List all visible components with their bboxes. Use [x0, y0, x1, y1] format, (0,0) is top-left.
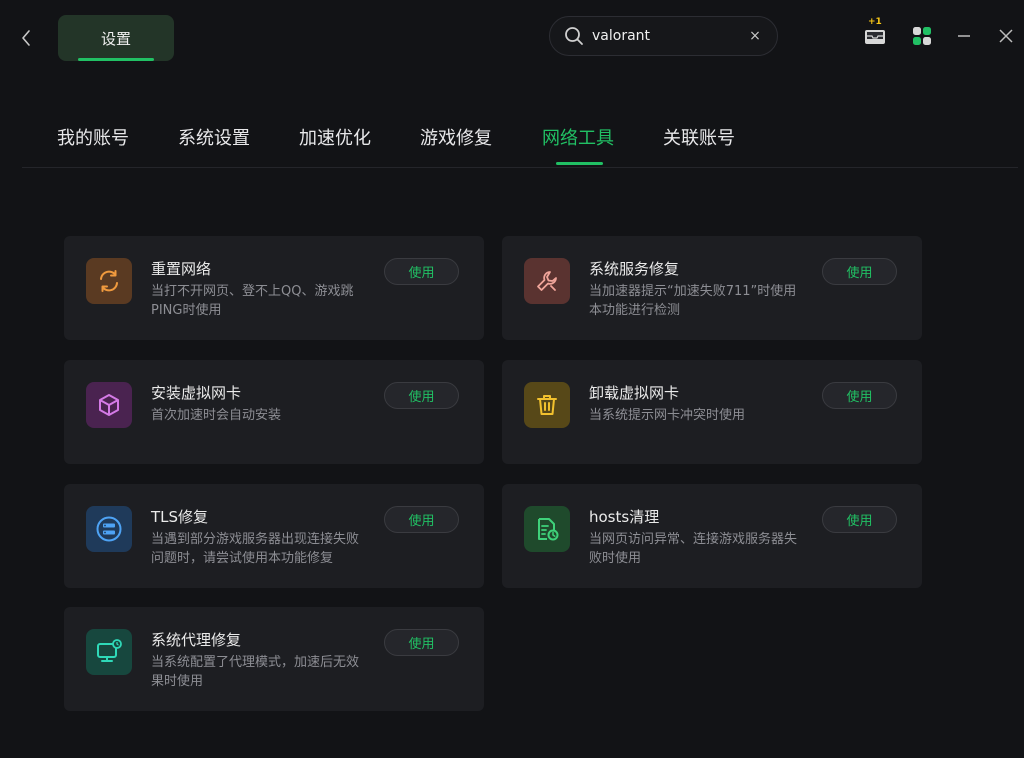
tool-title: hosts清理	[589, 508, 660, 526]
inbox-button[interactable]: +1	[863, 17, 887, 48]
minimize-icon	[958, 35, 970, 37]
back-button[interactable]	[14, 26, 38, 50]
tool-card-uninstall-virtual-nic: 卸载虚拟网卡 当系统提示网卡冲突时使用 使用	[502, 360, 922, 464]
tool-card-tls-repair: TLS修复 当遇到部分游戏服务器出现连接失败问题时，请尝试使用本功能修复 使用	[64, 484, 484, 588]
use-button[interactable]: 使用	[384, 506, 459, 533]
use-button[interactable]: 使用	[822, 382, 897, 409]
inbox-badge: +1	[868, 17, 882, 27]
uninstall-nic-icon-box	[524, 382, 570, 428]
use-button[interactable]: 使用	[384, 382, 459, 409]
search-box[interactable]: ×	[549, 16, 778, 56]
document-clean-icon	[538, 518, 559, 541]
tab-system-settings[interactable]: 系统设置	[178, 124, 250, 150]
search-icon	[564, 26, 584, 46]
inbox-icon	[865, 30, 885, 44]
tab-linked-accounts[interactable]: 关联账号	[663, 124, 735, 150]
wrench-icon	[537, 271, 557, 291]
tab-acceleration[interactable]: 加速优化	[299, 124, 371, 150]
tool-title: 重置网络	[151, 260, 212, 278]
tool-title: 系统代理修复	[151, 631, 242, 649]
tool-description: 首次加速时会自动安装	[151, 408, 282, 423]
apps-grid-icon	[913, 27, 931, 45]
tls-repair-icon-box	[86, 506, 132, 552]
minimize-button[interactable]	[952, 24, 976, 48]
apps-button[interactable]	[910, 24, 934, 48]
tool-title: 安装虚拟网卡	[151, 384, 242, 402]
tool-description: 当打不开网页、登不上QQ、游戏跳PING时使用	[151, 284, 354, 318]
close-button[interactable]	[994, 24, 1018, 48]
tool-card-hosts-cleanup: hosts清理 当网页访问异常、连接游戏服务器失败时使用 使用	[502, 484, 922, 588]
tool-description: 当网页访问异常、连接游戏服务器失败时使用	[589, 532, 798, 566]
tool-card-system-service-repair: 系统服务修复 当加速器提示“加速失败711”时使用本功能进行检测 使用	[502, 236, 922, 340]
proxy-repair-icon-box	[86, 629, 132, 675]
tool-card-install-virtual-nic: 安装虚拟网卡 首次加速时会自动安装 使用	[64, 360, 484, 464]
tool-description: 当系统配置了代理模式，加速后无效果时使用	[151, 655, 360, 689]
tool-title: TLS修复	[151, 508, 209, 526]
tool-card-system-proxy-repair: 系统代理修复 当系统配置了代理模式，加速后无效果时使用 使用	[64, 607, 484, 711]
tool-description: 当遇到部分游戏服务器出现连接失败问题时，请尝试使用本功能修复	[151, 532, 360, 566]
service-repair-icon-box	[524, 258, 570, 304]
install-nic-icon-box	[86, 382, 132, 428]
settings-underline	[78, 58, 154, 61]
monitor-icon	[97, 639, 122, 662]
use-button[interactable]: 使用	[822, 506, 897, 533]
tool-description: 当加速器提示“加速失败711”时使用本功能进行检测	[589, 284, 797, 318]
tool-title: 卸载虚拟网卡	[589, 384, 680, 402]
settings-tab-button[interactable]: 设置	[58, 15, 174, 61]
clear-search-icon[interactable]: ×	[747, 28, 763, 44]
reset-network-icon-box	[86, 258, 132, 304]
use-button[interactable]: 使用	[384, 629, 459, 656]
use-button[interactable]: 使用	[822, 258, 897, 285]
settings-label: 设置	[100, 29, 131, 48]
refresh-icon	[100, 270, 118, 292]
hosts-cleanup-icon-box	[524, 506, 570, 552]
chevron-left-icon	[22, 30, 30, 46]
tab-game-repair[interactable]: 游戏修复	[420, 124, 492, 150]
tab-network-tools[interactable]: 网络工具	[542, 124, 614, 150]
tab-bar: 我的账号 系统设置 加速优化 游戏修复 网络工具 关联账号	[22, 110, 1018, 168]
tool-title: 系统服务修复	[589, 260, 680, 278]
tool-card-reset-network: 重置网络 当打不开网页、登不上QQ、游戏跳PING时使用 使用	[64, 236, 484, 340]
trash-icon	[537, 395, 557, 415]
cube-icon	[99, 394, 119, 416]
tool-description: 当系统提示网卡冲突时使用	[589, 408, 746, 423]
search-input[interactable]	[592, 28, 747, 44]
tab-my-account[interactable]: 我的账号	[57, 124, 129, 150]
server-icon	[96, 516, 122, 542]
close-icon	[999, 29, 1013, 43]
use-button[interactable]: 使用	[384, 258, 459, 285]
active-tab-indicator	[556, 162, 603, 165]
